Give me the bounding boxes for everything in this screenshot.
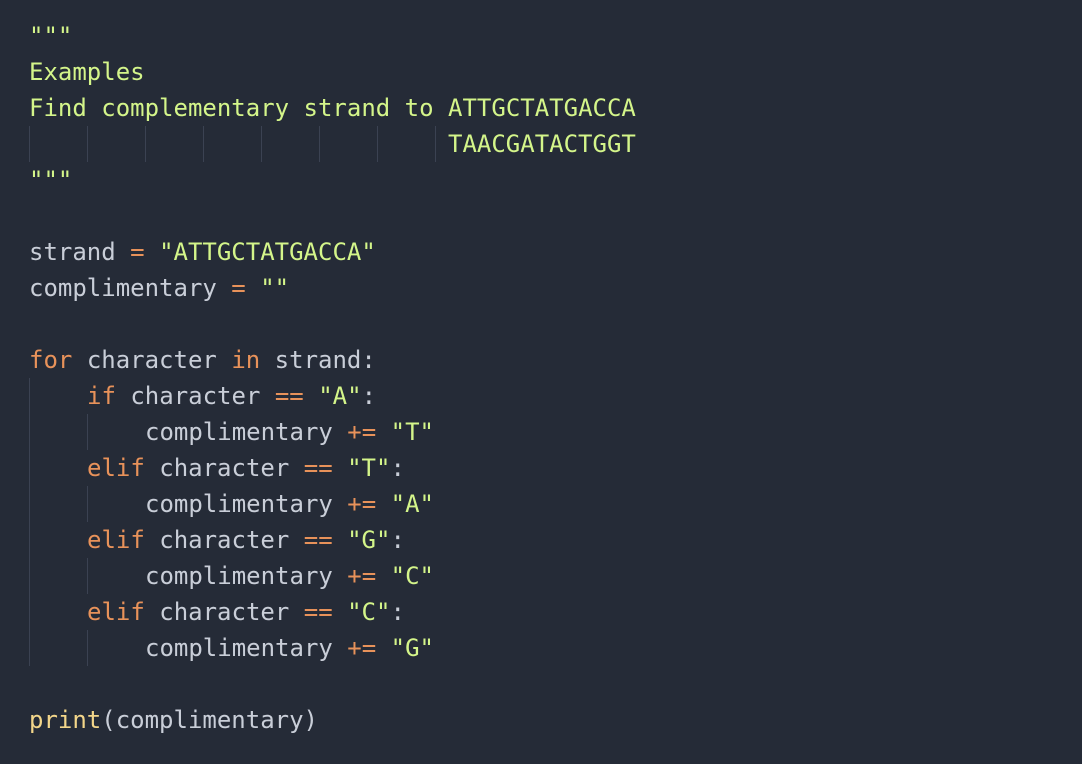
code-line-for: for character in strand: — [29, 342, 376, 378]
indent-guide — [261, 126, 262, 162]
augmented-assign-operator: += — [347, 418, 377, 446]
indent-guide — [87, 486, 88, 522]
augmented-assign-operator: += — [347, 634, 377, 662]
colon: : — [361, 382, 377, 410]
code-line-append: complimentary += "G" — [145, 630, 434, 666]
indent-guide — [87, 126, 88, 162]
augmented-assign-operator: += — [347, 490, 377, 518]
assign-operator: = — [130, 238, 145, 266]
keyword-for: for — [29, 346, 73, 374]
code-editor[interactable]: """ Examples Find complementary strand t… — [0, 0, 1082, 764]
variable-complimentary: complimentary — [145, 562, 333, 590]
code-line-elif: elif character == "T": — [87, 450, 405, 486]
string-literal: "T" — [390, 418, 435, 446]
string-literal: "ATTGCTATGACCA" — [159, 238, 376, 266]
string-literal: "A" — [390, 490, 435, 518]
colon: : — [361, 346, 376, 374]
colon: : — [390, 598, 405, 626]
variable-complimentary: complimentary — [145, 418, 333, 446]
keyword-if: if — [87, 382, 116, 410]
code-line-print: print(complimentary) — [29, 702, 318, 738]
indent-guide — [319, 126, 320, 162]
string-literal: "T" — [347, 454, 391, 482]
indent-guide — [29, 378, 30, 666]
variable-character: character — [86, 346, 217, 374]
equals-operator: == — [303, 526, 333, 554]
indent-guide — [377, 126, 378, 162]
indent-guide — [29, 126, 30, 162]
string-literal: "G" — [390, 634, 435, 662]
code-line-append: complimentary += "A" — [145, 486, 434, 522]
keyword-elif: elif — [87, 598, 145, 626]
equals-operator: == — [274, 382, 304, 410]
function-print: print — [29, 706, 102, 734]
code-line-complimentary: complimentary = "" — [29, 270, 289, 306]
code-line-elif: elif character == "G": — [87, 522, 405, 558]
variable-character: character — [159, 454, 290, 482]
colon: : — [390, 454, 405, 482]
variable-character: character — [159, 598, 290, 626]
code-line-append: complimentary += "T" — [145, 414, 434, 450]
docstring-open: """ — [29, 22, 73, 50]
indent-guide — [87, 630, 88, 666]
indent-guide — [87, 414, 88, 450]
variable-strand: strand — [29, 238, 116, 266]
open-paren: ( — [101, 706, 116, 734]
variable-complimentary: complimentary — [145, 634, 333, 662]
close-paren: ) — [303, 706, 318, 734]
variable-complimentary: complimentary — [29, 274, 217, 302]
string-literal: "" — [260, 274, 290, 302]
indent-guide — [435, 126, 436, 162]
keyword-elif: elif — [87, 454, 145, 482]
variable-character: character — [130, 382, 261, 410]
docstring-line-complement: TAACGATACTGGT — [448, 130, 636, 158]
variable-character: character — [159, 526, 290, 554]
keyword-in: in — [231, 346, 261, 374]
variable-strand: strand — [274, 346, 362, 374]
docstring-close: """ — [29, 166, 73, 194]
code-line-if: if character == "A": — [87, 378, 376, 414]
docstring-line-find: Find complementary strand to ATTGCTATGAC… — [29, 94, 636, 122]
string-literal: "A" — [318, 382, 362, 410]
string-literal: "C" — [390, 562, 435, 590]
docstring-line-examples: Examples — [29, 58, 145, 86]
assign-operator: = — [231, 274, 246, 302]
keyword-elif: elif — [87, 526, 145, 554]
indent-guide — [145, 126, 146, 162]
variable-complimentary: complimentary — [145, 490, 333, 518]
augmented-assign-operator: += — [347, 562, 377, 590]
code-line-append: complimentary += "C" — [145, 558, 434, 594]
equals-operator: == — [303, 454, 333, 482]
indent-guide — [203, 126, 204, 162]
string-literal: "G" — [347, 526, 391, 554]
variable-complimentary: complimentary — [115, 706, 304, 734]
equals-operator: == — [303, 598, 333, 626]
colon: : — [390, 526, 405, 554]
code-line-strand: strand = "ATTGCTATGACCA" — [29, 234, 376, 270]
string-literal: "C" — [347, 598, 391, 626]
code-line-elif: elif character == "C": — [87, 594, 405, 630]
indent-guide — [87, 558, 88, 594]
